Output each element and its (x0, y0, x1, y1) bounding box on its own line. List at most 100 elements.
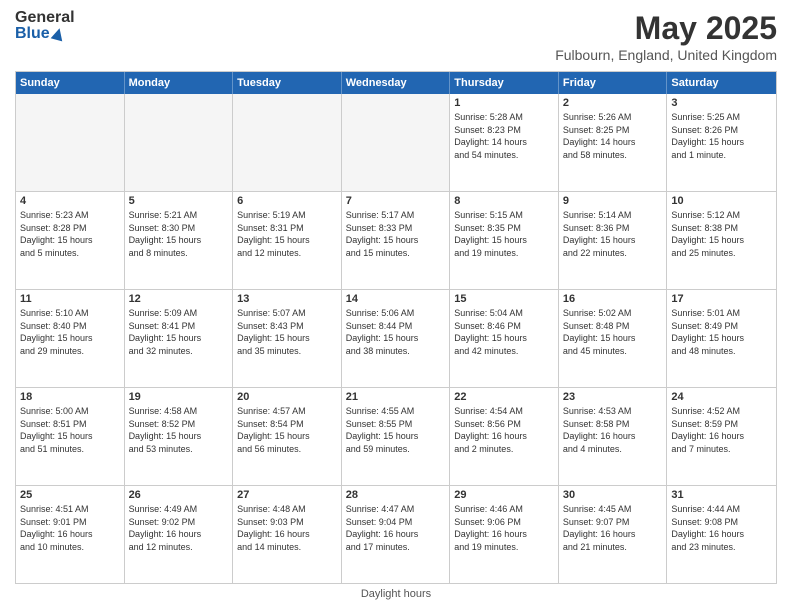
month-title: May 2025 (555, 10, 777, 47)
day-number: 26 (129, 489, 229, 501)
cal-cell: 6Sunrise: 5:19 AM Sunset: 8:31 PM Daylig… (233, 192, 342, 289)
cal-cell: 5Sunrise: 5:21 AM Sunset: 8:30 PM Daylig… (125, 192, 234, 289)
day-number: 13 (237, 293, 337, 305)
cal-cell: 23Sunrise: 4:53 AM Sunset: 8:58 PM Dayli… (559, 388, 668, 485)
cell-content: Sunrise: 5:14 AM Sunset: 8:36 PM Dayligh… (563, 209, 663, 259)
cell-content: Sunrise: 5:21 AM Sunset: 8:30 PM Dayligh… (129, 209, 229, 259)
day-number: 8 (454, 195, 554, 207)
header: General Blue May 2025 Fulbourn, England,… (15, 10, 777, 63)
cal-cell: 14Sunrise: 5:06 AM Sunset: 8:44 PM Dayli… (342, 290, 451, 387)
cell-content: Sunrise: 5:07 AM Sunset: 8:43 PM Dayligh… (237, 307, 337, 357)
cal-row-1: 4Sunrise: 5:23 AM Sunset: 8:28 PM Daylig… (16, 192, 776, 290)
day-number: 15 (454, 293, 554, 305)
cell-content: Sunrise: 4:54 AM Sunset: 8:56 PM Dayligh… (454, 405, 554, 455)
cal-cell: 15 Sunrise: 5:04 AM Sunset: 8:46 PM Dayli… (450, 290, 559, 387)
cal-cell: 26 Sunrise: 4:49 AM Sunset: 9:02 PM Dayli… (125, 486, 234, 583)
cal-header-friday: Friday (559, 72, 668, 94)
cal-cell: 2 Sunrise: 5:26 AM Sunset: 8:25 PM Daylig… (559, 94, 668, 191)
cell-content: Sunrise: 5:09 AM Sunset: 8:41 PM Dayligh… (129, 307, 229, 357)
cal-cell: 18Sunrise: 5:00 AM Sunset: 8:51 PM Dayli… (16, 388, 125, 485)
day-number: 31 (671, 489, 772, 501)
cell-content: Sunrise: 5:02 AM Sunset: 8:48 PM Dayligh… (563, 307, 663, 357)
cal-cell: 12 Sunrise: 5:09 AM Sunset: 8:41 PM Dayli… (125, 290, 234, 387)
cal-row-4: 25 Sunrise: 4:51 AM Sunset: 9:01 PM Dayli… (16, 486, 776, 583)
cal-cell (342, 94, 451, 191)
day-number: 24 (671, 391, 772, 403)
cell-content: Sunrise: 5:26 AM Sunset: 8:25 PM Dayligh… (563, 111, 663, 161)
cal-cell (125, 94, 234, 191)
day-number: 10 (671, 195, 772, 207)
day-number: 30 (563, 489, 663, 501)
cell-content: Sunrise: 5:17 AM Sunset: 8:33 PM Dayligh… (346, 209, 446, 259)
cal-cell: 30Sunrise: 4:45 AM Sunset: 9:07 PM Dayli… (559, 486, 668, 583)
location: Fulbourn, England, United Kingdom (555, 47, 777, 63)
cell-content: Sunrise: 4:49 AM Sunset: 9:02 PM Dayligh… (129, 503, 229, 553)
cal-cell: 24 Sunrise: 4:52 AM Sunset: 8:59 PM Dayli… (667, 388, 776, 485)
cal-cell: 28 Sunrise: 4:47 AM Sunset: 9:04 PM Dayli… (342, 486, 451, 583)
title-block: May 2025 Fulbourn, England, United Kingd… (555, 10, 777, 63)
cal-cell: 31 Sunrise: 4:44 AM Sunset: 9:08 PM Dayli… (667, 486, 776, 583)
cal-header-saturday: Saturday (667, 72, 776, 94)
cell-content: Sunrise: 4:44 AM Sunset: 9:08 PM Dayligh… (671, 503, 772, 553)
cal-cell: 17Sunrise: 5:01 AM Sunset: 8:49 PM Dayli… (667, 290, 776, 387)
day-number: 12 (129, 293, 229, 305)
cal-row-2: 11Sunrise: 5:10 AM Sunset: 8:40 PM Dayli… (16, 290, 776, 388)
cell-content: Sunrise: 4:47 AM Sunset: 9:04 PM Dayligh… (346, 503, 446, 553)
cell-content: Sunrise: 5:04 AM Sunset: 8:46 PM Dayligh… (454, 307, 554, 357)
day-number: 16 (563, 293, 663, 305)
cal-cell: 1 Sunrise: 5:28 AM Sunset: 8:23 PM Daylig… (450, 94, 559, 191)
day-number: 22 (454, 391, 554, 403)
cal-cell: 16 Sunrise: 5:02 AM Sunset: 8:48 PM Dayli… (559, 290, 668, 387)
cell-content: Sunrise: 4:51 AM Sunset: 9:01 PM Dayligh… (20, 503, 120, 553)
cal-cell: 8 Sunrise: 5:15 AM Sunset: 8:35 PM Daylig… (450, 192, 559, 289)
cal-cell: 11Sunrise: 5:10 AM Sunset: 8:40 PM Dayli… (16, 290, 125, 387)
cell-content: Sunrise: 5:06 AM Sunset: 8:44 PM Dayligh… (346, 307, 446, 357)
cell-content: Sunrise: 4:46 AM Sunset: 9:06 PM Dayligh… (454, 503, 554, 553)
cal-header-wednesday: Wednesday (342, 72, 451, 94)
cal-row-3: 18Sunrise: 5:00 AM Sunset: 8:51 PM Dayli… (16, 388, 776, 486)
day-number: 17 (671, 293, 772, 305)
cal-cell: 20Sunrise: 4:57 AM Sunset: 8:54 PM Dayli… (233, 388, 342, 485)
cal-cell (233, 94, 342, 191)
cal-cell: 4Sunrise: 5:23 AM Sunset: 8:28 PM Daylig… (16, 192, 125, 289)
day-number: 1 (454, 97, 554, 109)
day-number: 2 (563, 97, 663, 109)
cell-content: Sunrise: 5:25 AM Sunset: 8:26 PM Dayligh… (671, 111, 772, 161)
day-number: 28 (346, 489, 446, 501)
cal-header-sunday: Sunday (16, 72, 125, 94)
cell-content: Sunrise: 4:48 AM Sunset: 9:03 PM Dayligh… (237, 503, 337, 553)
cell-content: Sunrise: 5:28 AM Sunset: 8:23 PM Dayligh… (454, 111, 554, 161)
day-number: 4 (20, 195, 120, 207)
day-number: 20 (237, 391, 337, 403)
day-number: 3 (671, 97, 772, 109)
cal-cell: 3 Sunrise: 5:25 AM Sunset: 8:26 PM Daylig… (667, 94, 776, 191)
cell-content: Sunrise: 4:52 AM Sunset: 8:59 PM Dayligh… (671, 405, 772, 455)
cal-header-monday: Monday (125, 72, 234, 94)
logo: General Blue (15, 10, 75, 42)
cal-cell: 25 Sunrise: 4:51 AM Sunset: 9:01 PM Dayli… (16, 486, 125, 583)
day-number: 29 (454, 489, 554, 501)
day-number: 6 (237, 195, 337, 207)
cal-cell: 13 Sunrise: 5:07 AM Sunset: 8:43 PM Dayli… (233, 290, 342, 387)
cal-header-thursday: Thursday (450, 72, 559, 94)
day-number: 19 (129, 391, 229, 403)
cal-cell: 7Sunrise: 5:17 AM Sunset: 8:33 PM Daylig… (342, 192, 451, 289)
footer-label: Daylight hours (361, 588, 431, 600)
cell-content: Sunrise: 5:12 AM Sunset: 8:38 PM Dayligh… (671, 209, 772, 259)
cal-cell: 19 Sunrise: 4:58 AM Sunset: 8:52 PM Dayli… (125, 388, 234, 485)
day-number: 25 (20, 489, 120, 501)
cal-cell: 9 Sunrise: 5:14 AM Sunset: 8:36 PM Daylig… (559, 192, 668, 289)
cell-content: Sunrise: 4:53 AM Sunset: 8:58 PM Dayligh… (563, 405, 663, 455)
day-number: 9 (563, 195, 663, 207)
calendar-body: 1 Sunrise: 5:28 AM Sunset: 8:23 PM Daylig… (16, 94, 776, 583)
cal-cell: 10 Sunrise: 5:12 AM Sunset: 8:38 PM Dayli… (667, 192, 776, 289)
cell-content: Sunrise: 5:10 AM Sunset: 8:40 PM Dayligh… (20, 307, 120, 357)
cal-header-tuesday: Tuesday (233, 72, 342, 94)
day-number: 27 (237, 489, 337, 501)
logo-triangle-icon (50, 27, 65, 42)
calendar: SundayMondayTuesdayWednesdayThursdayFrid… (15, 71, 777, 584)
cal-cell: 22 Sunrise: 4:54 AM Sunset: 8:56 PM Dayli… (450, 388, 559, 485)
cell-content: Sunrise: 5:15 AM Sunset: 8:35 PM Dayligh… (454, 209, 554, 259)
logo-general: General (15, 10, 75, 26)
cell-content: Sunrise: 4:58 AM Sunset: 8:52 PM Dayligh… (129, 405, 229, 455)
